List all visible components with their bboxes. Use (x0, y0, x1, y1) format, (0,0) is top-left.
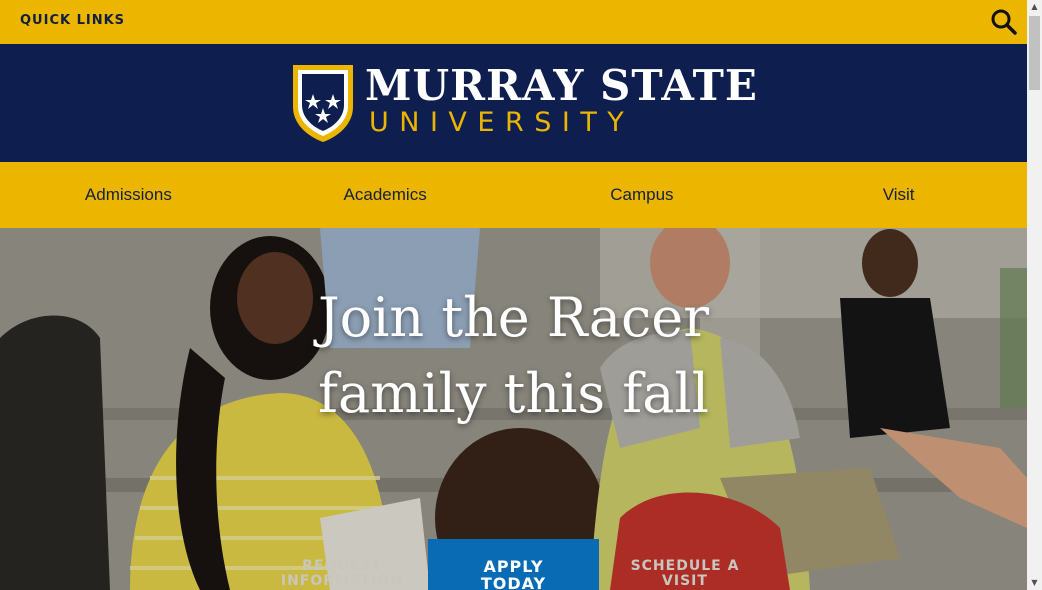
hero-title-line-2: family this fall (318, 362, 709, 425)
apply-today-button[interactable]: APPLY TODAY (428, 539, 599, 590)
apply-label-line-1: APPLY (483, 557, 544, 576)
visit-label-line-2: VISIT (662, 573, 708, 589)
scrollbar-thumb[interactable] (1029, 16, 1040, 90)
nav-item-academics[interactable]: Academics (257, 162, 514, 228)
home-logo-link[interactable]: MURRAY STATE UNIVERSITY (291, 61, 757, 145)
visit-label-line-1: SCHEDULE A (630, 558, 740, 574)
site-header: MURRAY STATE UNIVERSITY (0, 44, 1027, 162)
nav-item-campus[interactable]: Campus (514, 162, 771, 228)
nav-item-visit[interactable]: Visit (770, 162, 1027, 228)
main-nav: Admissions Academics Campus Visit (0, 162, 1027, 228)
shield-stars-icon (293, 65, 353, 142)
request-label-line-1: REQUEST (302, 558, 382, 574)
nav-item-admissions[interactable]: Admissions (0, 162, 257, 228)
request-information-button[interactable]: REQUEST INFORMATION (272, 559, 412, 589)
hero-banner: Join the Racer family this fall REQUEST … (0, 228, 1027, 590)
apply-label-line-2: TODAY (480, 574, 547, 590)
request-label-line-2: INFORMATION (280, 573, 404, 589)
brand-name-primary: MURRAY STATE (365, 61, 758, 110)
quick-links-bar: QUICK LINKS (0, 0, 1027, 44)
chevron-down-icon[interactable]: ▼ (1027, 576, 1042, 590)
schedule-visit-button[interactable]: SCHEDULE A VISIT (620, 559, 750, 589)
brand-name-secondary: UNIVERSITY (369, 107, 635, 138)
hero-title-line-1: Join the Racer (317, 286, 710, 349)
vertical-scrollbar[interactable]: ▲ ▼ (1027, 0, 1042, 590)
search-button[interactable] (990, 8, 1018, 36)
page: QUICK LINKS MURRAY STATE UNIVERSITY Admi… (0, 0, 1027, 590)
quick-links-button[interactable]: QUICK LINKS (20, 13, 125, 28)
chevron-up-icon[interactable]: ▲ (1027, 0, 1042, 14)
hero-title: Join the Racer family this fall (0, 280, 1027, 432)
search-icon (991, 9, 1017, 35)
